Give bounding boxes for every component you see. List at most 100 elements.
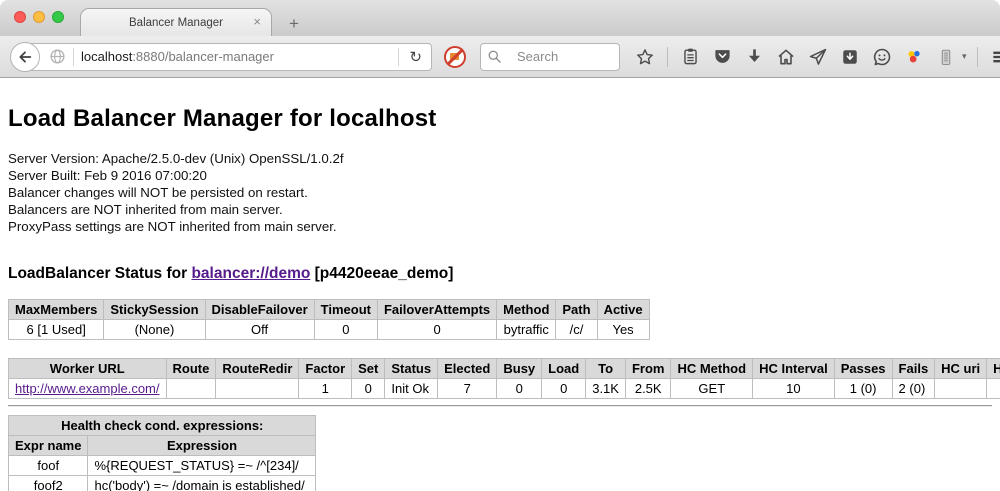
server-info: Server Version: Apache/2.5.0-dev (Unix) … bbox=[8, 150, 992, 235]
cell-load: 0 bbox=[542, 379, 586, 399]
column-header: Fails bbox=[892, 359, 935, 379]
url-host: localhost bbox=[81, 49, 132, 64]
colored-dots-icon[interactable] bbox=[902, 45, 926, 69]
bookmark-star-icon[interactable] bbox=[633, 45, 657, 69]
cell-expression: hc('body') =~ /domain is established/ bbox=[88, 476, 316, 491]
urlbar-divider-2 bbox=[398, 48, 399, 66]
url-path: :8880/balancer-manager bbox=[132, 49, 274, 64]
worker-table: Worker URL Route RouteRedir Factor Set S… bbox=[8, 358, 1000, 399]
page-title: Load Balancer Manager for localhost bbox=[8, 105, 992, 133]
column-header: Busy bbox=[497, 359, 542, 379]
server-info-line: Balancers are NOT inherited from main se… bbox=[8, 201, 992, 218]
send-plane-icon[interactable] bbox=[806, 45, 830, 69]
column-header: RouteRedir bbox=[216, 359, 299, 379]
close-window-button[interactable] bbox=[14, 11, 26, 23]
column-header: HC uri bbox=[935, 359, 987, 379]
column-header: Elected bbox=[438, 359, 497, 379]
expression-row: foof2 hc('body') =~ /domain is establish… bbox=[9, 476, 316, 491]
feedback-smiley-icon[interactable] bbox=[870, 45, 894, 69]
page-content: Load Balancer Manager for localhost Serv… bbox=[0, 78, 1000, 491]
column-header: Method bbox=[497, 300, 556, 320]
table-title-row: Health check cond. expressions: bbox=[9, 416, 316, 436]
plugin-blocked-icon[interactable] bbox=[444, 46, 466, 68]
column-header: From bbox=[625, 359, 671, 379]
column-header: To bbox=[586, 359, 626, 379]
back-arrow-icon bbox=[17, 49, 33, 65]
health-check-table: Health check cond. expressions: Expr nam… bbox=[8, 415, 316, 491]
tab-balancer-manager[interactable]: Balancer Manager × bbox=[80, 8, 272, 36]
table-header-row: MaxMembers StickySession DisableFailover… bbox=[9, 300, 650, 320]
cell-fails: 2 (0) bbox=[892, 379, 935, 399]
cell-failoverattempts: 0 bbox=[377, 320, 496, 340]
health-table-title: Health check cond. expressions: bbox=[9, 416, 316, 436]
window-controls bbox=[14, 11, 64, 23]
worker-url-link[interactable]: http://www.example.com/ bbox=[15, 381, 160, 396]
cell-from: 2.5K bbox=[625, 379, 671, 399]
table-header-row: Expr name Expression bbox=[9, 436, 316, 456]
status-heading-suffix: [p4420eeae_demo] bbox=[310, 265, 453, 282]
column-header: MaxMembers bbox=[9, 300, 104, 320]
new-tab-button[interactable]: + bbox=[282, 14, 306, 34]
cell-stickysession: (None) bbox=[104, 320, 205, 340]
column-header: Expr name bbox=[9, 436, 88, 456]
cell-path: /c/ bbox=[556, 320, 597, 340]
cell-to: 3.1K bbox=[586, 379, 626, 399]
cell-status: Init Ok bbox=[385, 379, 438, 399]
save-panel-icon[interactable] bbox=[838, 45, 862, 69]
cell-route bbox=[166, 379, 216, 399]
menu-icon[interactable] bbox=[988, 45, 1000, 69]
expression-row: foof %{REQUEST_STATUS} =~ /^[234]/ bbox=[9, 456, 316, 476]
server-info-line: Server Built: Feb 9 2016 07:00:20 bbox=[8, 167, 992, 184]
dropdown-caret-icon[interactable]: ▾ bbox=[962, 51, 967, 62]
url-bar[interactable]: localhost:8880/balancer-manager ↻ bbox=[24, 43, 432, 71]
cell-set: 0 bbox=[352, 379, 385, 399]
column-header: HC Interval bbox=[753, 359, 835, 379]
tab-bar: Balancer Manager × + bbox=[0, 0, 1000, 36]
cell-expression: %{REQUEST_STATUS} =~ /^[234]/ bbox=[88, 456, 316, 476]
cell-routeredir bbox=[216, 379, 299, 399]
cell-hc-interval: 10 bbox=[753, 379, 835, 399]
cell-maxmembers: 6 [1 Used] bbox=[9, 320, 104, 340]
worker-row: http://www.example.com/ 1 0 Init Ok 7 0 … bbox=[9, 379, 1000, 399]
cell-hc-uri bbox=[935, 379, 987, 399]
cell-expr-name: foof bbox=[9, 456, 88, 476]
server-info-line: Balancer changes will NOT be persisted o… bbox=[8, 184, 992, 201]
table-row: 6 [1 Used] (None) Off 0 0 bytraffic /c/ … bbox=[9, 320, 650, 340]
cell-hc-method: GET bbox=[671, 379, 753, 399]
globe-icon bbox=[49, 48, 66, 65]
reload-icon[interactable]: ↻ bbox=[406, 48, 425, 66]
zoom-window-button[interactable] bbox=[52, 11, 64, 23]
column-header: Timeout bbox=[314, 300, 377, 320]
reading-list-icon[interactable] bbox=[678, 45, 702, 69]
back-button[interactable] bbox=[10, 42, 40, 72]
search-box[interactable] bbox=[480, 43, 620, 71]
column-header: StickySession bbox=[104, 300, 205, 320]
server-info-line: ProxyPass settings are NOT inherited fro… bbox=[8, 218, 992, 235]
cell-factor: 1 bbox=[299, 379, 352, 399]
column-header: Active bbox=[597, 300, 649, 320]
balancer-demo-link[interactable]: balancer://demo bbox=[191, 265, 310, 282]
column-header: Passes bbox=[834, 359, 892, 379]
balancer-status-heading: LoadBalancer Status for balancer://demo … bbox=[8, 265, 992, 283]
cell-worker-url: http://www.example.com/ bbox=[9, 379, 167, 399]
minimize-window-button[interactable] bbox=[33, 11, 45, 23]
cell-expr-name: foof2 bbox=[9, 476, 88, 491]
pocket-icon[interactable] bbox=[710, 45, 734, 69]
home-icon[interactable] bbox=[774, 45, 798, 69]
tab-title: Balancer Manager bbox=[129, 17, 223, 29]
cell-hc-expr: foof2 bbox=[987, 379, 1000, 399]
column-header: DisableFailover bbox=[205, 300, 314, 320]
search-input[interactable] bbox=[517, 49, 607, 64]
column-header: Set bbox=[352, 359, 385, 379]
column-header: FailoverAttempts bbox=[377, 300, 496, 320]
clipboard-battery-icon[interactable] bbox=[934, 45, 958, 69]
close-tab-icon[interactable]: × bbox=[253, 14, 261, 29]
download-icon[interactable] bbox=[742, 45, 766, 69]
server-info-line: Server Version: Apache/2.5.0-dev (Unix) … bbox=[8, 150, 992, 167]
table-header-row: Worker URL Route RouteRedir Factor Set S… bbox=[9, 359, 1000, 379]
column-header: Status bbox=[385, 359, 438, 379]
separator-rule bbox=[8, 405, 992, 407]
toolbar-icon-row: ▾ bbox=[633, 45, 1000, 69]
cell-disablefailover: Off bbox=[205, 320, 314, 340]
column-header: Expression bbox=[88, 436, 316, 456]
